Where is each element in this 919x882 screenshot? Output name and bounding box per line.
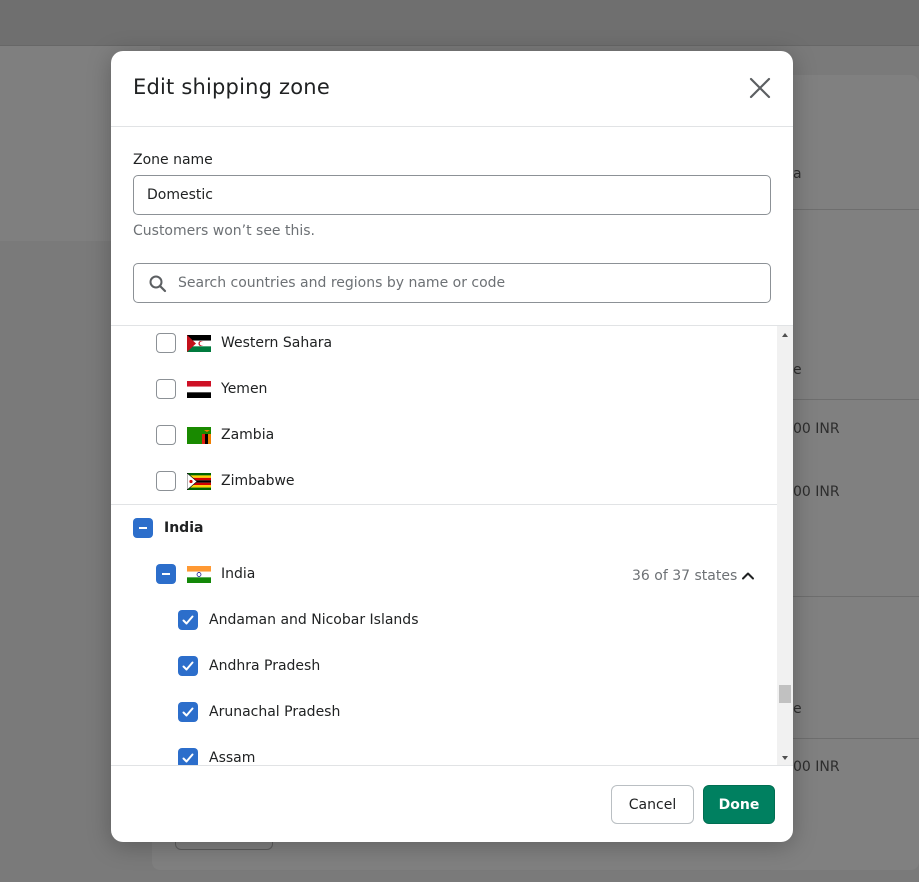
western-sahara-flag-icon: [187, 334, 211, 352]
indeterminate-checkbox[interactable]: [133, 518, 153, 538]
cancel-button[interactable]: Cancel: [611, 785, 694, 824]
background-divider: [793, 209, 919, 210]
background-divider: [793, 738, 919, 739]
country-list: Western Sahara Yemen Zambia Zimbabwe Ind…: [111, 325, 793, 766]
zone-name-help-text: Customers won’t see this.: [133, 223, 315, 239]
background-topbar: [0, 0, 919, 46]
checkmark-icon: [182, 707, 194, 717]
search-input[interactable]: [178, 264, 758, 302]
search-box[interactable]: [133, 263, 771, 303]
checkbox[interactable]: [156, 425, 176, 445]
background-divider: [793, 399, 919, 400]
background-price: 00 INR: [793, 484, 840, 500]
country-row-india[interactable]: India: [156, 551, 255, 597]
background-price: 00 INR: [793, 759, 840, 775]
close-icon: [749, 77, 771, 99]
list-item[interactable]: Yemen: [156, 366, 267, 412]
modal-header: Edit shipping zone: [111, 51, 793, 127]
indeterminate-checkbox[interactable]: [156, 564, 176, 584]
background-text: e: [793, 362, 802, 378]
search-icon: [149, 275, 167, 293]
list-item[interactable]: Zambia: [156, 412, 274, 458]
checkmark-icon: [182, 615, 194, 625]
country-label: India: [221, 566, 256, 582]
list-item[interactable]: Zimbabwe: [156, 458, 295, 504]
state-row[interactable]: Arunachal Pradesh: [178, 689, 340, 735]
checkbox-checked[interactable]: [178, 748, 198, 765]
country-label: Yemen: [221, 381, 268, 397]
background-price: 00 INR: [793, 421, 840, 437]
country-label: Western Sahara: [221, 335, 333, 351]
background-text: e: [793, 701, 802, 717]
checkbox-checked[interactable]: [178, 610, 198, 630]
checkbox[interactable]: [156, 471, 176, 491]
checkbox[interactable]: [156, 379, 176, 399]
scrollbar-thumb[interactable]: [779, 685, 791, 703]
checkmark-icon: [182, 753, 194, 763]
state-count-toggle[interactable]: 36 of 37 states: [632, 566, 756, 586]
state-label: Andaman and Nicobar Islands: [209, 612, 419, 628]
country-label: Zimbabwe: [221, 473, 295, 489]
minus-icon: [139, 527, 147, 529]
yemen-flag-icon: [187, 380, 211, 398]
state-row[interactable]: Assam: [178, 735, 256, 766]
group-header[interactable]: India: [133, 505, 203, 551]
india-flag-icon: [187, 565, 211, 583]
state-row[interactable]: Andhra Pradesh: [178, 643, 320, 689]
background-divider: [793, 596, 919, 597]
checkbox-checked[interactable]: [178, 702, 198, 722]
modal-title: Edit shipping zone: [133, 75, 330, 99]
state-label: Assam: [209, 750, 256, 766]
minus-icon: [162, 573, 170, 575]
group-label: India: [164, 520, 204, 536]
state-row[interactable]: Andaman and Nicobar Islands: [178, 597, 419, 643]
done-button[interactable]: Done: [703, 785, 775, 824]
zone-name-label: Zone name: [133, 152, 213, 168]
chevron-up-icon: [742, 572, 755, 580]
zimbabwe-flag-icon: [187, 472, 211, 490]
scrollbar[interactable]: [777, 326, 793, 765]
close-button[interactable]: [745, 73, 775, 103]
state-label: Arunachal Pradesh: [209, 704, 341, 720]
background-text: a: [793, 166, 802, 182]
checkbox-checked[interactable]: [178, 656, 198, 676]
state-count-label: 36 of 37 states: [632, 568, 738, 584]
list-divider: [111, 504, 777, 505]
checkbox[interactable]: [156, 333, 176, 353]
scroll-down-arrow-icon[interactable]: [782, 756, 788, 760]
state-label: Andhra Pradesh: [209, 658, 321, 674]
zambia-flag-icon: [187, 426, 211, 444]
country-label: Zambia: [221, 427, 275, 443]
scroll-up-arrow-icon[interactable]: [782, 333, 788, 337]
edit-shipping-zone-modal: Edit shipping zone Zone name Customers w…: [111, 51, 793, 842]
list-item[interactable]: Western Sahara: [156, 326, 333, 366]
zone-name-input[interactable]: [133, 175, 771, 215]
checkmark-icon: [182, 661, 194, 671]
